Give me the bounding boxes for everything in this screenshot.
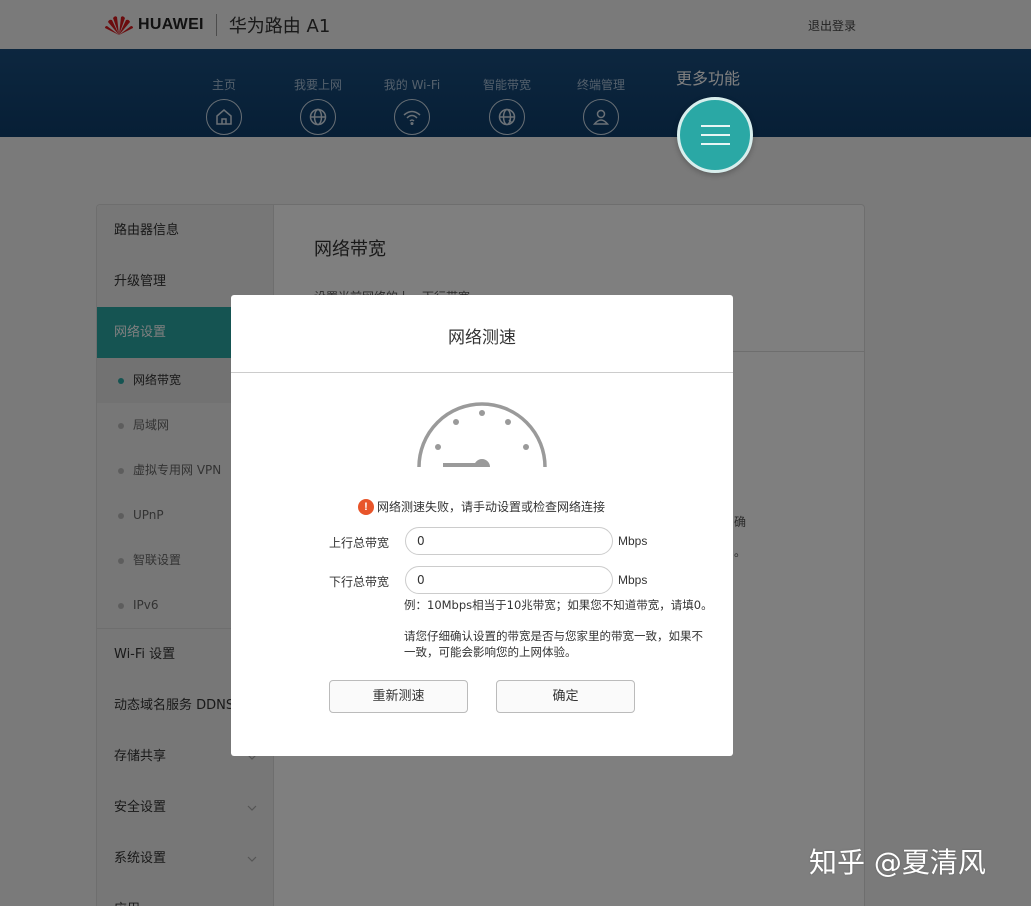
- download-label: 下行总带宽: [329, 575, 390, 589]
- confirm-button[interactable]: 确定: [496, 680, 635, 713]
- download-unit: Mbps: [618, 573, 648, 587]
- upload-label: 上行总带宽: [329, 536, 390, 550]
- speed-test-dialog: 网络测速 ! 网络测速失败，请手动设置或检查网络连接 上行总带宽 Mbps 下行…: [231, 295, 733, 756]
- error-text: 网络测速失败，请手动设置或检查网络连接: [377, 500, 606, 514]
- hint-warning-text: 请您仔细确认设置的带宽是否与您家里的带宽一致，如果不一致，可能会影响您的上网体验…: [404, 629, 703, 659]
- speedometer-icon: [417, 402, 547, 468]
- watermark: 知乎 @夏清风: [809, 846, 986, 879]
- dialog-divider: [231, 372, 733, 373]
- menu-icon[interactable]: [677, 97, 753, 173]
- hint-text: 例：10Mbps相当于10兆带宽；如果您不知道带宽，请填0。: [404, 598, 713, 612]
- retest-button[interactable]: 重新测速: [329, 680, 468, 713]
- dialog-title: 网络测速: [448, 328, 516, 348]
- upload-input[interactable]: [405, 527, 613, 555]
- upload-unit: Mbps: [618, 534, 648, 548]
- warning-icon: !: [358, 498, 374, 515]
- download-input[interactable]: [405, 566, 613, 594]
- error-message: ! 网络测速失败，请手动设置或检查网络连接: [358, 498, 605, 515]
